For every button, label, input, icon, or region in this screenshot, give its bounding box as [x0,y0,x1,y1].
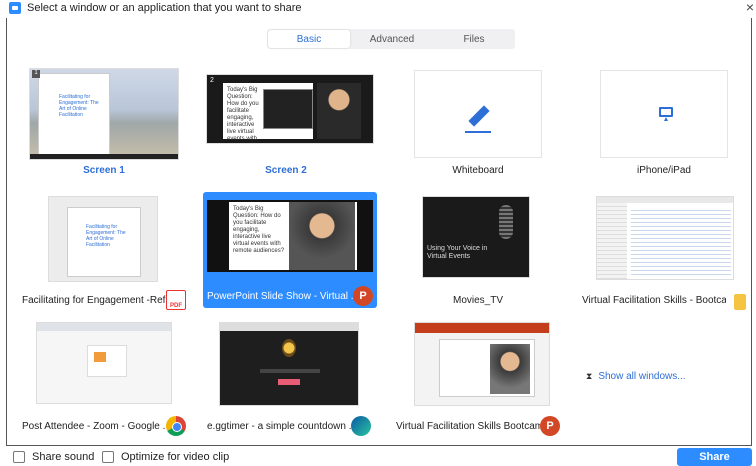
close-button[interactable]: × [746,0,754,14]
tile-label: Whiteboard [452,165,504,176]
chrome-icon [166,416,186,436]
iphone-ipad-thumbnail [600,70,728,158]
share-tabs: Basic Advanced Files [267,29,515,49]
powerpoint-icon: P [540,416,560,436]
expand-icon: ⧗ [586,371,593,381]
edge-icon [351,416,371,436]
edge-window-thumbnail [219,322,359,406]
tile-label: Post Attendee - Zoom - Google ... [22,421,166,432]
egg-timer-logo [282,339,296,357]
presenter-photo [289,202,355,270]
share-tile-screen-2[interactable]: Today's Big Question: How do you facilit… [200,62,374,182]
microphone-image [499,205,513,239]
share-tile-bootcamp-powerpoint[interactable]: Virtual Facilitation Skills Bootcam... P [392,318,564,438]
window-title: Select a window or an application that y… [27,2,302,14]
tile-label: PowerPoint Slide Show - Virtual ... [207,291,353,302]
airplay-icon [659,107,673,117]
share-tile-post-attendee-chrome[interactable]: Post Attendee - Zoom - Google ... [18,318,190,438]
tile-label: Screen 1 [83,165,125,176]
optimize-video-checkbox[interactable] [102,451,114,463]
share-tile-powerpoint-slideshow[interactable]: Today's Big Question: How do you facilit… [203,192,377,308]
share-tile-facilitating-pdf[interactable]: Facilitating for Engagement: The Art of … [18,192,190,312]
share-tile-virtual-facilitation-folder[interactable]: Virtual Facilitation Skills - Bootca... [578,192,750,312]
share-tile-iphone-ipad[interactable]: iPhone/iPad [578,62,750,182]
tile-label: Facilitating for Engagement -Ref... [22,295,166,306]
zoom-app-icon [9,2,21,14]
pencil-icon [468,105,490,127]
tab-basic[interactable]: Basic [268,30,350,48]
share-button[interactable]: Share [677,448,752,466]
slideshow-thumbnail: Today's Big Question: How do you facilit… [207,200,373,272]
powerpoint-window-thumbnail [414,322,550,406]
pdf-window-thumbnail: Facilitating for Engagement: The Art of … [48,196,158,282]
screen-1-thumbnail: Facilitating for Engagement: The Art of … [29,68,179,160]
share-sound-label: Share sound [32,451,95,463]
tile-label: Screen 2 [265,165,307,176]
optimize-video-label: Optimize for video clip [121,451,230,463]
folder-icon [734,294,746,310]
folder-window-thumbnail [596,196,734,280]
tile-label: Virtual Facilitation Skills - Bootca... [582,295,726,306]
share-tile-whiteboard[interactable]: Whiteboard [392,62,564,182]
pdf-icon: PDF [166,290,186,310]
share-tile-screen-1[interactable]: Facilitating for Engagement: The Art of … [18,62,190,182]
share-tile-eggtimer-edge[interactable]: e.ggtimer - a simple countdown ... [203,318,375,438]
tile-label: iPhone/iPad [637,165,691,176]
tab-files[interactable]: Files [433,29,515,49]
presenter-photo [490,344,530,394]
show-all-windows-link[interactable]: ⧗ Show all windows... [586,371,686,382]
tab-advanced[interactable]: Advanced [351,29,433,49]
presenter-photo [317,83,361,139]
powerpoint-icon: P [353,286,373,306]
taskbar [30,154,178,159]
tile-label: Movies_TV [452,295,503,306]
whiteboard-thumbnail [414,70,542,158]
tile-label: Virtual Facilitation Skills Bootcam... [396,421,540,432]
screen-number: 1 [32,70,40,78]
screen-number: 2 [210,77,214,84]
share-sound-checkbox[interactable] [13,451,25,463]
show-all-label: Show all windows... [598,371,686,382]
share-tile-movies-tv[interactable]: Using Your Voice in Virtual Events Movie… [392,192,564,312]
chrome-window-thumbnail [36,322,172,404]
tile-label: e.ggtimer - a simple countdown ... [207,421,351,432]
screen-2-thumbnail: Today's Big Question: How do you facilit… [206,74,374,144]
movies-tv-thumbnail: Using Your Voice in Virtual Events [422,196,530,278]
